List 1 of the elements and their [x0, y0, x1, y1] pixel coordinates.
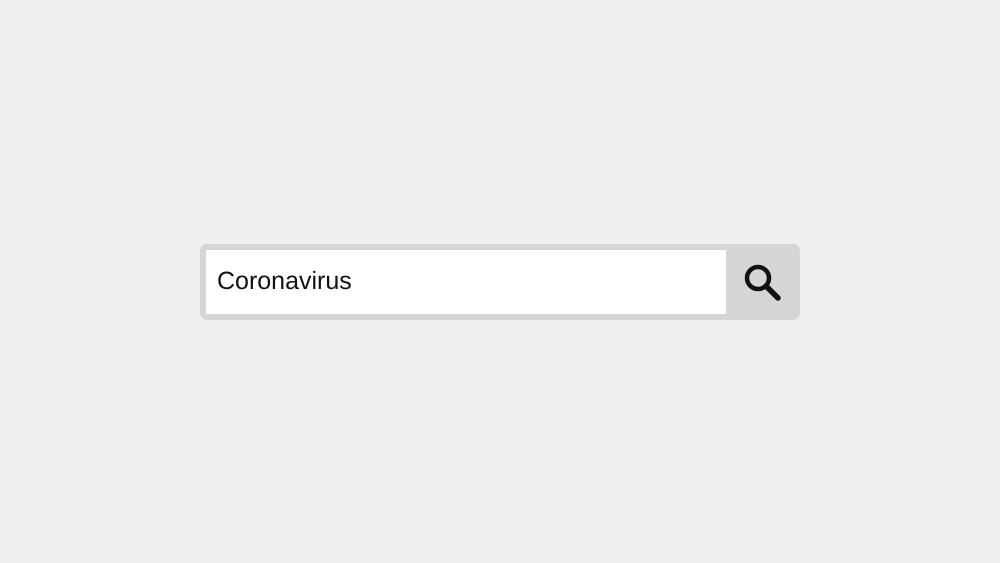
search-field[interactable]: Coronavirus — [206, 250, 726, 314]
